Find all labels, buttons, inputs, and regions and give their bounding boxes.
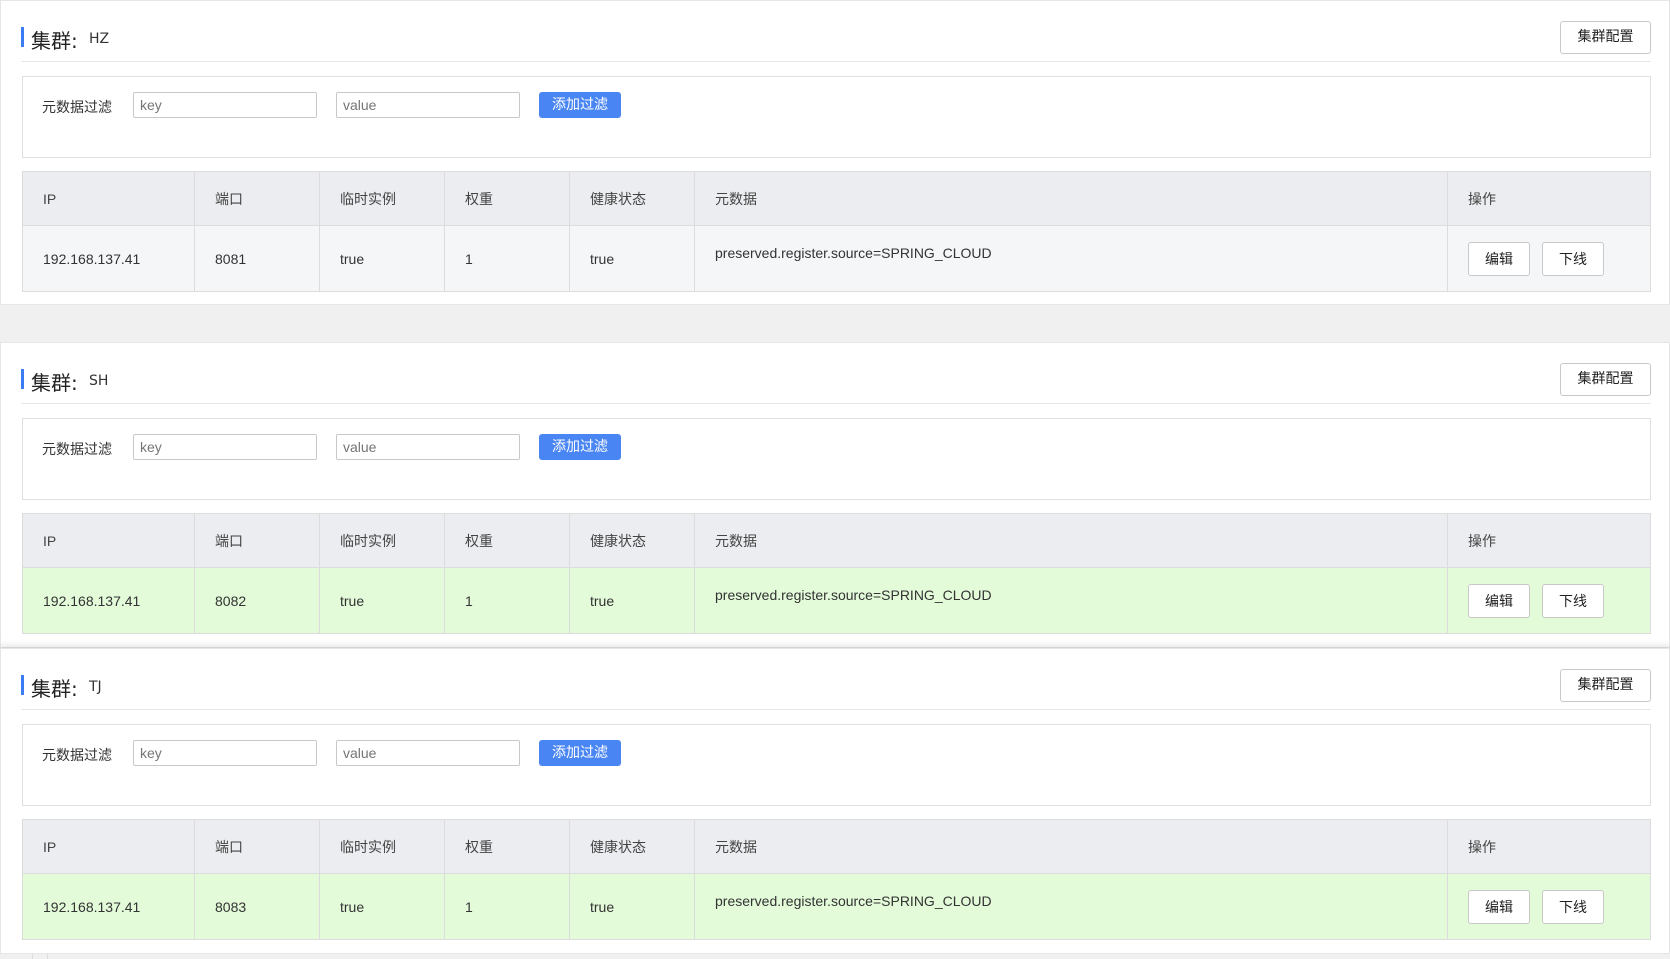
title-accent-bar: [21, 27, 24, 47]
instance-table: IP 端口 临时实例 权重 健康状态 元数据 操作 192.168.137.41…: [22, 513, 1651, 634]
filter-label: 元数据过滤: [42, 100, 112, 116]
edit-button[interactable]: 编辑: [1468, 889, 1530, 924]
cell-ip: 192.168.137.41: [23, 568, 195, 633]
metadata-filter: 元数据过滤 添加过滤: [22, 418, 1651, 500]
col-metadata: 元数据: [695, 820, 1448, 873]
title-accent-bar: [21, 369, 24, 389]
table-header-row: IP 端口 临时实例 权重 健康状态 元数据 操作: [23, 820, 1650, 873]
cell-port: 8081: [195, 226, 320, 291]
offline-button[interactable]: 下线: [1542, 241, 1604, 276]
filter-value-input[interactable]: [336, 740, 520, 766]
cluster-panel-hz: 集群: HZ 集群配置 元数据过滤 添加过滤 IP 端口 临时实例 权重 健康状…: [0, 0, 1670, 305]
table-header-row: IP 端口 临时实例 权重 健康状态 元数据 操作: [23, 514, 1650, 567]
cell-ephemeral: true: [320, 874, 445, 939]
cell-healthy: true: [570, 874, 695, 939]
col-ephemeral: 临时实例: [320, 820, 445, 873]
cluster-panel-sh: 集群: SH 集群配置 元数据过滤 添加过滤 IP 端口 临时实例 权重 健康状…: [0, 342, 1670, 648]
instance-table: IP 端口 临时实例 权重 健康状态 元数据 操作 192.168.137.41…: [22, 171, 1651, 292]
cluster-name: TJ: [89, 679, 102, 695]
cell-ephemeral: true: [320, 226, 445, 291]
edit-button[interactable]: 编辑: [1468, 241, 1530, 276]
cluster-header: 集群: HZ 集群配置: [21, 21, 1651, 62]
col-metadata: 元数据: [695, 172, 1448, 225]
table-row: 192.168.137.41 8083 true 1 true preserve…: [23, 873, 1650, 939]
cell-healthy: true: [570, 568, 695, 633]
filter-label: 元数据过滤: [42, 748, 112, 764]
cell-ip: 192.168.137.41: [23, 226, 195, 291]
filter-value-input[interactable]: [336, 434, 520, 460]
page-bottom-edge: [0, 954, 1670, 959]
cluster-config-button[interactable]: 集群配置: [1560, 21, 1651, 54]
col-healthy: 健康状态: [570, 514, 695, 567]
cell-metadata: preserved.register.source=SPRING_CLOUD: [695, 874, 1448, 939]
cell-port: 8083: [195, 874, 320, 939]
scroll-edge-divider: [32, 954, 48, 959]
cluster-config-button[interactable]: 集群配置: [1560, 363, 1651, 396]
add-filter-button[interactable]: 添加过滤: [539, 92, 621, 118]
cluster-header: 集群: SH 集群配置: [21, 363, 1651, 404]
cell-ip: 192.168.137.41: [23, 874, 195, 939]
cell-metadata: preserved.register.source=SPRING_CLOUD: [695, 568, 1448, 633]
filter-value-input[interactable]: [336, 92, 520, 118]
cell-weight: 1: [445, 874, 570, 939]
cluster-panel-tj: 集群: TJ 集群配置 元数据过滤 添加过滤 IP 端口 临时实例 权重 健康状…: [0, 648, 1670, 954]
col-port: 端口: [195, 514, 320, 567]
col-actions: 操作: [1468, 190, 1496, 207]
cluster-name: HZ: [89, 31, 110, 47]
col-actions: 操作: [1468, 838, 1496, 855]
table-row: 192.168.137.41 8081 true 1 true preserve…: [23, 225, 1650, 291]
col-healthy: 健康状态: [570, 172, 695, 225]
cluster-config-button[interactable]: 集群配置: [1560, 669, 1651, 702]
filter-key-input[interactable]: [133, 92, 317, 118]
col-actions: 操作: [1468, 532, 1496, 549]
metadata-filter: 元数据过滤 添加过滤: [22, 76, 1651, 158]
cell-metadata: preserved.register.source=SPRING_CLOUD: [695, 226, 1448, 291]
offline-button[interactable]: 下线: [1542, 583, 1604, 618]
cell-weight: 1: [445, 226, 570, 291]
cluster-title: 集群:: [31, 677, 78, 701]
table-header-row: IP 端口 临时实例 权重 健康状态 元数据 操作: [23, 172, 1650, 225]
instance-table: IP 端口 临时实例 权重 健康状态 元数据 操作 192.168.137.41…: [22, 819, 1651, 940]
filter-label: 元数据过滤: [42, 442, 112, 458]
col-healthy: 健康状态: [570, 820, 695, 873]
cluster-title: 集群:: [31, 371, 78, 395]
cell-weight: 1: [445, 568, 570, 633]
cell-actions: 编辑 下线: [1448, 874, 1650, 939]
offline-button[interactable]: 下线: [1542, 889, 1604, 924]
edit-button[interactable]: 编辑: [1468, 583, 1530, 618]
cluster-header: 集群: TJ 集群配置: [21, 669, 1651, 710]
col-ip: IP: [23, 172, 195, 225]
col-ip: IP: [23, 514, 195, 567]
metadata-filter: 元数据过滤 添加过滤: [22, 724, 1651, 806]
col-ephemeral: 临时实例: [320, 172, 445, 225]
col-port: 端口: [195, 172, 320, 225]
cell-ephemeral: true: [320, 568, 445, 633]
cell-healthy: true: [570, 226, 695, 291]
col-port: 端口: [195, 820, 320, 873]
title-accent-bar: [21, 675, 24, 695]
col-weight: 权重: [445, 514, 570, 567]
cell-port: 8082: [195, 568, 320, 633]
filter-key-input[interactable]: [133, 740, 317, 766]
filter-key-input[interactable]: [133, 434, 317, 460]
cluster-title: 集群:: [31, 29, 78, 53]
add-filter-button[interactable]: 添加过滤: [539, 434, 621, 460]
col-ip: IP: [23, 820, 195, 873]
add-filter-button[interactable]: 添加过滤: [539, 740, 621, 766]
cluster-name: SH: [89, 373, 109, 389]
cell-actions: 编辑 下线: [1448, 226, 1650, 291]
col-weight: 权重: [445, 820, 570, 873]
cell-actions: 编辑 下线: [1448, 568, 1650, 633]
col-weight: 权重: [445, 172, 570, 225]
col-ephemeral: 临时实例: [320, 514, 445, 567]
col-metadata: 元数据: [695, 514, 1448, 567]
table-row: 192.168.137.41 8082 true 1 true preserve…: [23, 567, 1650, 633]
